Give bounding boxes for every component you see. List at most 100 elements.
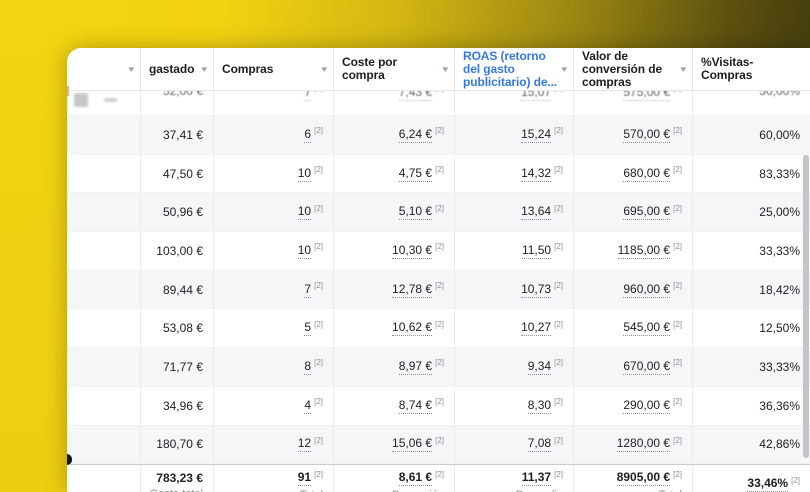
- table-row: 50,96 €10 [2] 5,10 € [2] 13,64 [2] 695,00 € [2]…: [67, 193, 810, 233]
- column-header-label: ROAS (retorno del gasto publicitario) de…: [463, 48, 558, 89]
- metric-value[interactable]: 570,00 €: [623, 127, 671, 143]
- footnote-ref: [2]: [554, 397, 563, 407]
- total-value[interactable]: 8,61 €: [398, 470, 433, 487]
- cell-name: [67, 387, 140, 425]
- column-header-coste-por-compra[interactable]: Coste por compra ▾: [333, 48, 454, 90]
- total-label: Gasto total: [150, 488, 203, 492]
- footnote-ref: [2]: [554, 91, 563, 93]
- cell-valor: 695,00 € [2]: [573, 193, 692, 232]
- total-value[interactable]: 33,46%: [747, 476, 789, 492]
- metric-value[interactable]: 1280,00 €: [616, 436, 671, 453]
- metric-value[interactable]: 7,43 €: [398, 91, 433, 101]
- metric-value[interactable]: 5,10 €: [398, 204, 433, 221]
- metric-value[interactable]: 9,34: [527, 359, 552, 375]
- sort-caret-icon[interactable]: ▾: [322, 64, 328, 75]
- cell-coste: 15,06 € [2]: [333, 425, 454, 464]
- footnote-ref: [2]: [435, 242, 444, 252]
- metric-value[interactable]: 960,00 €: [623, 282, 671, 298]
- table-row-clipped: 52,00 € 7[2] 7,43 €[2] 15,07[2] 575,00 €…: [67, 91, 810, 116]
- metric-value[interactable]: 695,00 €: [623, 204, 671, 221]
- column-header-label: Coste por compra: [342, 55, 398, 82]
- metric-value[interactable]: 10,73: [521, 282, 552, 298]
- metric-value[interactable]: 11,50: [521, 243, 552, 259]
- sort-caret-icon[interactable]: ▾: [129, 64, 135, 75]
- metric-value[interactable]: 15,24: [521, 127, 552, 143]
- metric-value[interactable]: 15,07: [521, 91, 552, 101]
- cell-name-total: [67, 465, 140, 492]
- metric-value[interactable]: 545,00 €: [623, 320, 671, 337]
- cell-roas: 8,30 [2]: [454, 386, 573, 425]
- total-value[interactable]: 11,37: [521, 470, 552, 487]
- footnote-ref: [2]: [554, 435, 563, 445]
- metric-value[interactable]: 8: [304, 359, 312, 375]
- vertical-scrollbar[interactable]: [803, 155, 809, 458]
- metric-value[interactable]: 8,97 €: [398, 359, 433, 375]
- cell-pct: 33,33%: [692, 348, 810, 386]
- metric-value: 34,96 €: [162, 398, 203, 413]
- column-header-label: gastado: [149, 61, 195, 76]
- metric-value[interactable]: 12,78 €: [392, 282, 433, 298]
- cell-coste: 10,62 € [2]: [333, 309, 454, 348]
- column-header-name[interactable]: ▾: [67, 48, 140, 90]
- metric-value[interactable]: 4: [304, 398, 312, 414]
- metric-value[interactable]: 10: [297, 166, 312, 182]
- metric-value[interactable]: 6: [304, 127, 312, 143]
- cell-compras: 12 [2]: [213, 425, 333, 464]
- cell-valor-total: 8905,00 €[2] Total: [573, 465, 692, 492]
- clipped-thumbnail-edge: [67, 86, 69, 96]
- column-header-roas[interactable]: ROAS (retorno del gasto publicitario) de…: [454, 48, 573, 90]
- sort-caret-icon[interactable]: ▾: [443, 64, 449, 75]
- table-row: 103,00 €10 [2] 10,30 € [2] 11,50 [2] 1185,00 €…: [67, 232, 810, 271]
- metric-value[interactable]: 8,30: [527, 398, 552, 414]
- footnote-ref: [2]: [435, 91, 444, 93]
- cell-gastado: 180,70 €: [140, 425, 213, 464]
- footnote-ref: [2]: [673, 319, 682, 329]
- cell-compras: 10 [2]: [213, 154, 333, 193]
- metric-value[interactable]: 14,32: [521, 166, 552, 182]
- total-value[interactable]: 91: [297, 470, 312, 487]
- cell-coste: 8,74 € [2]: [333, 386, 454, 425]
- metric-value[interactable]: 7: [304, 282, 312, 298]
- cell-pct: 50,00%: [692, 91, 810, 115]
- cell-compras: 7[2]: [213, 91, 333, 115]
- column-header-visitas-compras[interactable]: %Visitas-Compras: [692, 48, 810, 90]
- metric-value[interactable]: 12: [297, 436, 312, 453]
- footnote-ref: [2]: [435, 126, 444, 136]
- metric-value[interactable]: 13,64: [521, 204, 552, 221]
- metric-value[interactable]: 10: [297, 204, 312, 221]
- metric-value[interactable]: 6,24 €: [398, 127, 433, 143]
- metric-value[interactable]: 8,74 €: [398, 398, 433, 414]
- metric-value: 83,33%: [759, 166, 800, 181]
- column-header-compras[interactable]: Compras ▾: [213, 48, 333, 90]
- column-header-valor-conversion[interactable]: Valor de conversión de compras ▾: [573, 48, 692, 90]
- metric-value[interactable]: 1185,00 €: [617, 243, 671, 259]
- metric-value[interactable]: 4,75 €: [398, 166, 433, 182]
- metric-value[interactable]: 10,27: [521, 320, 552, 337]
- metric-value[interactable]: 10,30 €: [392, 243, 433, 259]
- metric-value: 71,77 €: [162, 359, 203, 374]
- metric-value[interactable]: 575,00 €: [623, 91, 671, 101]
- footnote-ref: [2]: [435, 203, 444, 213]
- metric-value[interactable]: 7,08: [527, 436, 552, 453]
- table-row: 47,50 €10 [2] 4,75 € [2] 14,32 [2] 680,00 € [2]…: [67, 154, 810, 194]
- metric-value[interactable]: 10,62 €: [392, 320, 433, 337]
- cell-roas: 10,27 [2]: [454, 309, 573, 348]
- sort-caret-icon[interactable]: ▾: [681, 64, 687, 75]
- metric-value[interactable]: 7: [304, 91, 312, 101]
- column-header-gastado[interactable]: gastado ▾: [140, 48, 213, 90]
- footnote-ref: [2]: [435, 435, 444, 445]
- metric-value[interactable]: 5: [304, 320, 312, 337]
- cell-coste: 4,75 € [2]: [333, 154, 454, 193]
- sort-caret-icon[interactable]: ▾: [202, 64, 208, 75]
- cell-coste: 5,10 € [2]: [333, 193, 454, 232]
- total-value[interactable]: 8905,00 €: [616, 470, 671, 487]
- metric-value[interactable]: 680,00 €: [623, 166, 671, 182]
- metric-value[interactable]: 670,00 €: [623, 359, 671, 375]
- footnote-ref: [2]: [554, 358, 563, 368]
- sort-caret-icon[interactable]: ▾: [562, 64, 568, 75]
- metric-value[interactable]: 15,06 €: [392, 436, 433, 453]
- footnote-ref: [2]: [435, 397, 444, 407]
- metric-value[interactable]: 290,00 €: [623, 398, 671, 414]
- metric-value[interactable]: 10: [297, 243, 312, 259]
- cell-compras: 10 [2]: [213, 232, 333, 270]
